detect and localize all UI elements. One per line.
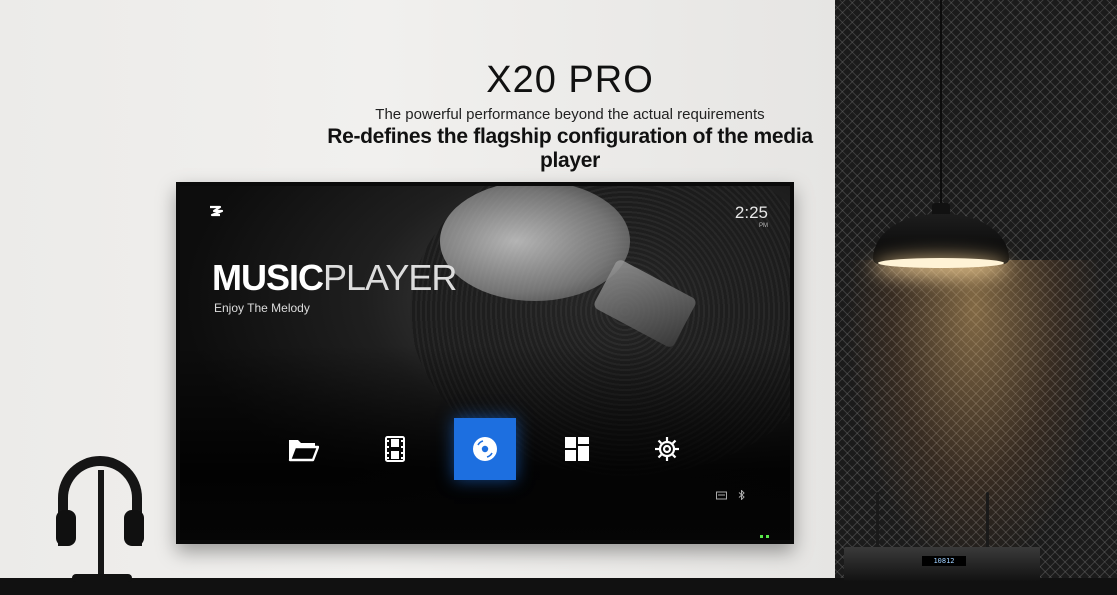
tv-power-led [760,525,772,538]
dock-item-settings[interactable] [636,418,698,480]
disc-icon [473,437,497,461]
screen-vignette [180,186,790,540]
lamp-cord [940,0,942,205]
status-bar [716,489,745,502]
headphone-stand-base [72,574,132,582]
headphone-cup-left [56,510,76,546]
lamp-glow [845,260,1105,580]
settings-gear-icon [655,437,679,461]
app-title: MUSICPLAYER [212,257,457,298]
dock-item-apps[interactable] [546,418,608,480]
product-tagline: Re-defines the flagship configuration of… [327,125,813,172]
film-icon [385,436,405,462]
headphone-cup-right [124,510,144,546]
apps-grid-icon [565,437,589,461]
storage-icon [716,491,738,502]
product-title: X20 PRO [486,59,654,101]
folder-icon [288,440,319,462]
tv: 2:25 PM MUSICPLAYER Enjoy The Melody [176,182,794,544]
app-title-bold: MUSIC [212,257,324,298]
antenna-left [876,492,879,550]
app-dock [180,418,790,482]
clock: 2:25 PM [735,204,768,229]
promo-header: X20 PRO The powerful performance beyond … [300,60,840,173]
app-title-thin: PLAYER [323,257,457,298]
lamp-bulb-light [878,258,1004,268]
brand-logo-icon [208,204,224,223]
dock-item-music[interactable] [454,418,516,480]
dock-item-folder[interactable] [272,418,334,480]
tv-screen: 2:25 PM MUSICPLAYER Enjoy The Melody [180,186,790,540]
clock-time: 2:25 [734,203,768,222]
app-subtitle: Enjoy The Melody [214,301,310,315]
dock-item-movies[interactable] [364,418,426,480]
antenna-right [986,492,989,550]
bluetooth-icon [738,489,745,502]
product-subtitle: The powerful performance beyond the actu… [375,106,765,123]
device-display: 10812 [922,556,966,566]
clock-ampm: PM [759,223,768,229]
media-player-device: 10812 [844,547,1040,581]
